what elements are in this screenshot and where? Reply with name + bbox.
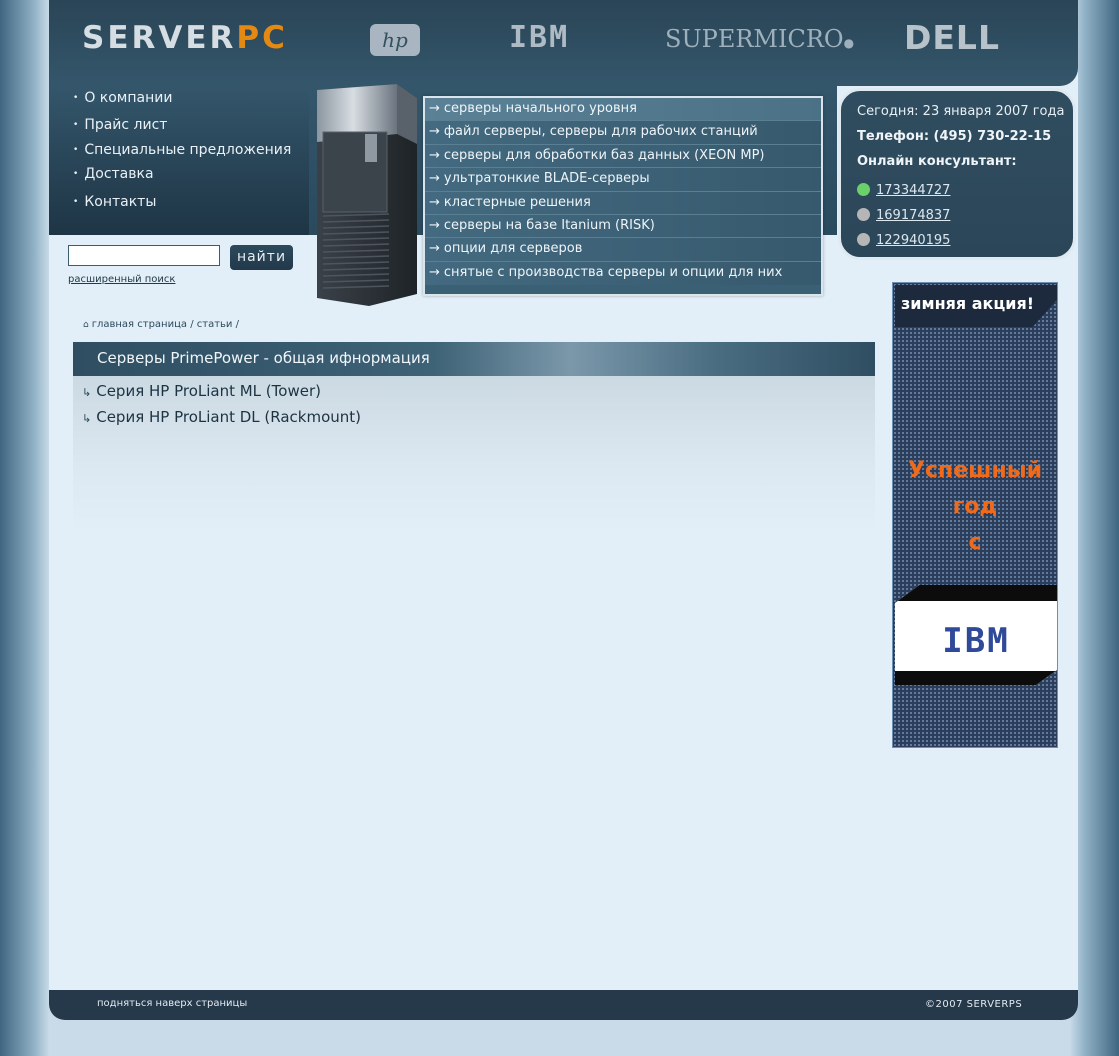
ibm-logo-text: IBM [942,621,1010,661]
banner-heading: зимняя акция! [895,285,1057,327]
arrow-icon: ↳ [82,412,92,425]
site-logo[interactable]: SERVERPC [82,20,288,56]
category-label: снятые с производства серверы и опции дл… [443,264,783,280]
article-link[interactable]: ↳ Серия HP ProLiant DL (Rackmount) [82,408,361,426]
article-label: Серия HP ProLiant ML (Tower) [96,382,321,400]
nav-panel [49,86,309,235]
category-file-servers[interactable]: → файл серверы, серверы для рабочих станц… [425,121,821,145]
icq-offline-icon [857,233,870,246]
hp-logo[interactable]: hp [370,24,420,56]
icq-online-icon [857,183,870,196]
supermicro-text: SUPERMICRO [665,25,844,53]
category-database-servers[interactable]: → серверы для обработки баз данных (XEON … [425,144,821,169]
icq-number[interactable]: 173344727 [876,183,950,198]
page-title: Серверы PrimePower - общая ифнормация [97,349,430,367]
phone-number: Телефон: (495) 730-22-15 [857,129,1052,144]
server-tower-image [317,84,417,306]
advanced-search-link[interactable]: расширенный поиск [68,274,175,285]
dell-logo[interactable]: DELL [904,18,1000,57]
banner-ibm-logo: IBM [895,585,1057,685]
icq-offline-icon [857,208,870,221]
banner-line: с [968,530,982,555]
banner-line: год [952,494,998,519]
ibm-logo[interactable]: IBM [509,20,569,55]
category-label: файл серверы, серверы для рабочих станци… [443,124,758,140]
category-label: серверы начального уровня [443,101,637,116]
sitemap-icon: ⌂ [83,320,89,330]
promo-banner[interactable]: зимняя акция! Успешный год с IBM [892,282,1058,748]
consultant-label: Онлайн консультант: [857,154,1017,169]
breadcrumb-articles[interactable]: статьи [197,319,233,330]
icq-contact[interactable]: 169174837 [857,204,950,223]
logo-text: SERVER [82,20,237,56]
category-server-options[interactable]: → опции для серверов [425,238,821,262]
icq-contact[interactable]: 122940195 [857,229,950,248]
arrow-icon: ↳ [82,386,92,399]
content-body [73,376,875,536]
supermicro-logo[interactable]: SUPERMICRO● [665,25,854,53]
logo-accent: PC [236,20,288,56]
back-to-top-link[interactable]: подняться наверх страницы [97,998,247,1009]
category-label: кластерные решения [443,194,591,210]
category-itanium-servers[interactable]: → серверы на базе Itanium (RISK) [425,214,821,239]
article-label: Серия HP ProLiant DL (Rackmount) [96,408,362,426]
category-label: серверы на базе Itanium (RISK) [443,217,655,233]
breadcrumb-home[interactable]: главная страница [92,319,187,330]
icq-number[interactable]: 169174837 [876,208,950,223]
icq-contact[interactable]: 173344727 [857,179,950,198]
category-discontinued[interactable]: → снятые с производства серверы и опции д… [425,261,821,286]
category-menu: → серверы начального уровня → файл серверы… [423,96,823,296]
page: SERVERPC hp IBM SUPERMICRO● DELL О компа… [49,0,1078,1020]
nav-about[interactable]: О компании [73,90,172,106]
nav-pricelist[interactable]: Прайс лист [73,117,167,133]
icq-number[interactable]: 122940195 [876,233,950,248]
breadcrumb: ⌂ главная страница / статьи / [83,319,239,330]
article-link[interactable]: ↳ Серия HP ProLiant ML (Tower) [82,382,321,400]
category-label: опции для серверов [443,241,583,257]
copyright: ©2007 SERVERPS [925,999,1023,1010]
category-cluster-solutions[interactable]: → кластерные решения [425,191,821,215]
banner-slogan: Успешный год с [893,453,1057,561]
search-input[interactable] [68,245,220,266]
nav-contacts[interactable]: Контакты [73,194,156,210]
nav-special-offers[interactable]: Специальные предложения [73,142,291,158]
category-label: серверы для обработки баз данных (XEON M… [443,147,765,163]
category-entry-level[interactable]: → серверы начального уровня [425,98,821,122]
banner-line: Успешный [908,458,1042,483]
current-date: Сегодня: 23 января 2007 года [857,104,1065,119]
contact-info-box: Сегодня: 23 января 2007 года Телефон: (4… [838,88,1076,260]
category-label: ультратонкие BLADE-серверы [443,171,650,187]
search-button[interactable]: найти [230,245,293,270]
nav-delivery[interactable]: Доставка [73,166,153,182]
category-blade-servers[interactable]: → ультратонкие BLADE-серверы [425,168,821,192]
